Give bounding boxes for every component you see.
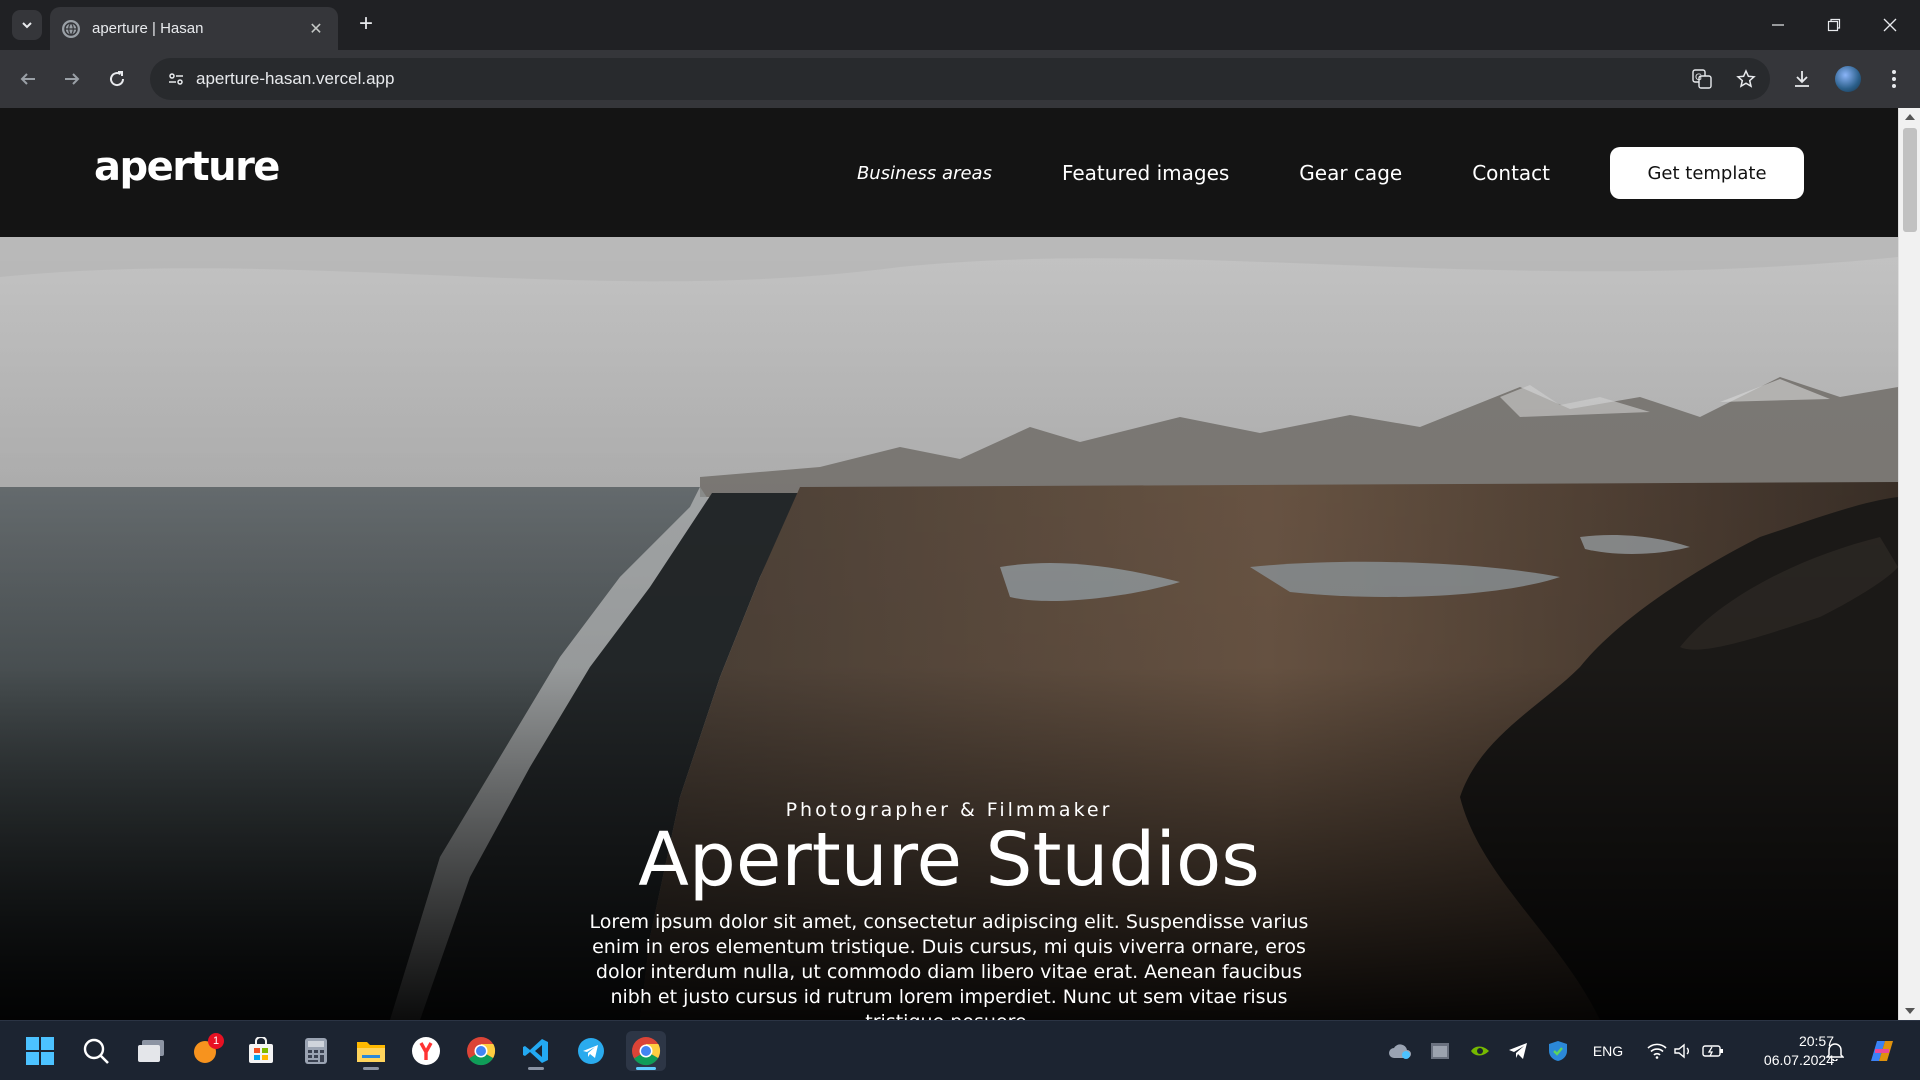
taskbar-app-vscode[interactable] <box>516 1031 556 1071</box>
copilot-icon <box>1871 1041 1893 1061</box>
minimize-icon <box>1772 24 1784 26</box>
tray-telegram[interactable] <box>1500 1021 1536 1080</box>
chrome-icon <box>632 1037 661 1066</box>
back-button[interactable] <box>12 63 44 95</box>
scroll-down-icon[interactable] <box>1905 1008 1915 1014</box>
tray-battery[interactable] <box>1698 1021 1728 1080</box>
site-nav: Business areas Featured images Gear cage… <box>787 147 1804 199</box>
tab-title: aperture | Hasan <box>92 20 204 37</box>
language-indicator[interactable]: ENG <box>1584 1021 1632 1080</box>
taskbar-app-widgets[interactable]: 1 <box>186 1031 226 1071</box>
downloads-button[interactable] <box>1786 63 1818 95</box>
search-icon <box>83 1038 109 1064</box>
notifications-button[interactable] <box>1820 1021 1850 1080</box>
close-icon <box>1883 18 1897 32</box>
site-info-icon[interactable] <box>156 58 196 100</box>
telegram-icon <box>1509 1043 1527 1059</box>
windows-logo-icon <box>26 1037 54 1065</box>
browser-tab-bar: aperture | Hasan ✕ + <box>0 0 1920 50</box>
arrow-left-icon <box>20 73 35 85</box>
svg-text:G: G <box>1695 73 1702 83</box>
close-window-button[interactable] <box>1862 0 1918 50</box>
page-scrollbar[interactable] <box>1898 108 1920 1020</box>
download-icon <box>1795 71 1809 87</box>
tray-app-window[interactable] <box>1422 1021 1458 1080</box>
taskbar-app-chrome[interactable] <box>461 1031 501 1071</box>
taskbar-app-calculator[interactable] <box>296 1031 336 1071</box>
arrow-right-icon <box>65 73 80 85</box>
restore-icon <box>1827 18 1841 32</box>
tray-nvidia[interactable] <box>1462 1021 1498 1080</box>
running-indicator <box>528 1067 544 1070</box>
get-template-button[interactable]: Get template <box>1610 147 1804 199</box>
volume-icon <box>1674 1043 1689 1059</box>
avatar <box>1835 66 1861 92</box>
new-tab-button[interactable]: + <box>352 11 380 39</box>
hero-description: Lorem ipsum dolor sit amet, consectetur … <box>589 911 1309 1020</box>
close-tab-icon[interactable]: ✕ <box>306 19 326 39</box>
vscode-icon <box>523 1039 548 1063</box>
running-indicator <box>636 1067 656 1070</box>
start-button[interactable] <box>20 1031 60 1071</box>
task-view-button[interactable] <box>131 1031 171 1071</box>
browser-toolbar: aperture-hasan.vercel.app G <box>0 50 1920 108</box>
running-indicator <box>363 1067 379 1070</box>
chevron-down-icon <box>22 22 32 29</box>
taskbar-app-telegram[interactable] <box>571 1031 611 1071</box>
url-text: aperture-hasan.vercel.app <box>196 69 395 88</box>
tab-search-button[interactable] <box>12 10 42 40</box>
battery-icon <box>1702 1045 1723 1057</box>
site-header: aperture Business areas Featured images … <box>0 108 1898 237</box>
scroll-thumb[interactable] <box>1903 128 1917 232</box>
yandex-browser-icon <box>412 1037 440 1065</box>
wifi-icon <box>1647 1043 1667 1059</box>
taskbar-app-store[interactable] <box>241 1031 281 1071</box>
windows-taskbar: 1 ENG 20:57 06.07.2024 <box>0 1020 1920 1080</box>
notification-badge: 1 <box>208 1033 224 1049</box>
calculator-icon <box>305 1038 327 1064</box>
browser-tab[interactable]: aperture | Hasan ✕ <box>50 7 338 50</box>
forward-button[interactable] <box>56 63 88 95</box>
taskbar-app-file-explorer[interactable] <box>351 1031 391 1071</box>
profile-button[interactable] <box>1832 63 1864 95</box>
address-bar[interactable]: aperture-hasan.vercel.app G <box>150 58 1770 100</box>
hero-title: Aperture Studios <box>638 817 1260 903</box>
nav-gear-cage[interactable]: Gear cage <box>1299 161 1402 185</box>
nav-business-areas[interactable]: Business areas <box>857 163 992 184</box>
tray-volume[interactable] <box>1668 1021 1698 1080</box>
hero-section: Photographer & Filmmaker Aperture Studio… <box>0 237 1898 1020</box>
bell-icon <box>1826 1043 1844 1061</box>
store-icon <box>249 1037 273 1063</box>
taskbar-app-chrome-active[interactable] <box>626 1031 666 1071</box>
nav-featured-images[interactable]: Featured images <box>1062 161 1229 185</box>
more-vertical-icon <box>1892 70 1896 88</box>
site-logo[interactable]: aperture <box>94 144 280 190</box>
search-button[interactable] <box>76 1031 116 1071</box>
page-viewport: aperture Business areas Featured images … <box>0 108 1898 1020</box>
globe-icon <box>62 19 80 38</box>
task-view-icon <box>138 1040 164 1062</box>
translate-icon[interactable]: G <box>1686 63 1718 95</box>
minimize-button[interactable] <box>1750 0 1806 50</box>
nav-contact[interactable]: Contact <box>1472 161 1550 185</box>
tray-defender[interactable] <box>1540 1021 1576 1080</box>
taskbar-app-yandex[interactable] <box>406 1031 446 1071</box>
window-icon <box>1431 1043 1449 1059</box>
nvidia-icon <box>1471 1046 1489 1056</box>
restore-button[interactable] <box>1806 0 1862 50</box>
reload-icon <box>110 71 125 87</box>
cloud-icon <box>1389 1044 1411 1059</box>
chrome-icon <box>467 1037 496 1066</box>
browser-menu-button[interactable] <box>1878 63 1910 95</box>
tray-onedrive[interactable] <box>1382 1021 1418 1080</box>
tray-copilot[interactable] <box>1862 1021 1902 1080</box>
star-icon[interactable] <box>1730 63 1762 95</box>
scroll-up-icon[interactable] <box>1905 114 1915 120</box>
folder-icon <box>357 1042 385 1062</box>
telegram-icon <box>578 1038 604 1064</box>
shield-icon <box>1549 1041 1567 1061</box>
reload-button[interactable] <box>101 63 133 95</box>
